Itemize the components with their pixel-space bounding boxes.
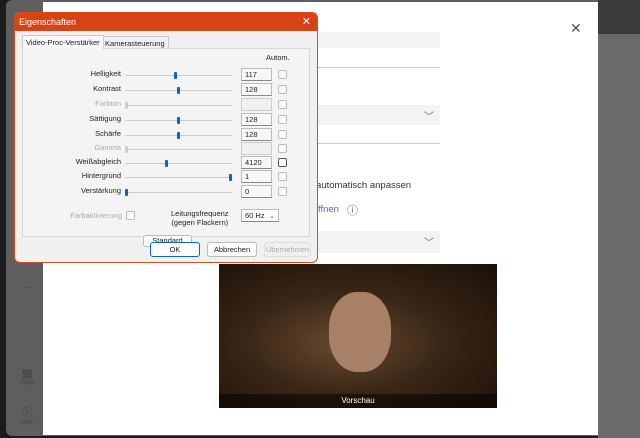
powerline-label: Leitungsfrequenz (gegen Flackern)	[171, 209, 229, 227]
dropdown[interactable]: ﹀	[318, 231, 440, 253]
apps-button[interactable]: ▦ Apps	[14, 366, 40, 386]
property-value[interactable]: 128	[241, 128, 272, 141]
property-value[interactable]: 128	[241, 83, 272, 96]
property-row: Gamma	[23, 142, 311, 155]
auto-checkbox[interactable]	[278, 187, 287, 196]
apps-icon: ▦	[21, 366, 33, 380]
dialog-title: Eigenschaften	[19, 17, 77, 27]
chevron-down-icon: ﹀	[424, 238, 434, 249]
property-row: Kontrast 128	[23, 83, 311, 96]
slider-thumb[interactable]	[177, 132, 180, 139]
field[interactable]	[318, 32, 440, 48]
property-label: Verstärkung	[80, 186, 121, 195]
property-value[interactable]: 128	[241, 113, 272, 126]
slider-thumb[interactable]	[125, 189, 128, 196]
preview-image	[329, 292, 391, 372]
apps-label: Apps	[20, 380, 34, 386]
property-value[interactable]: 0	[241, 185, 272, 198]
auto-adjust-label: automatisch anpassen	[316, 180, 412, 191]
property-label: Weißabgleich	[75, 157, 121, 166]
property-label: Schärfe	[95, 129, 121, 138]
property-slider[interactable]	[125, 87, 232, 94]
property-value[interactable]	[241, 98, 272, 111]
open-settings-link[interactable]: ffnen	[318, 204, 339, 215]
property-value[interactable]: 1	[241, 170, 272, 183]
preview-label: Vorschau	[219, 394, 497, 408]
property-slider[interactable]	[125, 72, 232, 79]
chevron-down-icon: ⌄	[268, 211, 275, 220]
property-label: Helligkeit	[90, 69, 121, 78]
info-icon[interactable]: ⓘ	[347, 202, 358, 218]
help-button[interactable]: ⓘ Hilfe	[14, 404, 40, 426]
property-row: Farbton	[23, 98, 311, 111]
slider-thumb[interactable]	[165, 160, 168, 167]
powerline-label-1: Leitungsfrequenz	[171, 209, 229, 218]
auto-header: Autom.	[266, 53, 290, 62]
auto-checkbox[interactable]	[278, 144, 287, 153]
apply-button[interactable]: Übernehmen	[264, 242, 311, 257]
powerline-value: 60 Hz	[245, 211, 265, 220]
slider-thumb[interactable]	[125, 102, 128, 109]
property-slider[interactable]	[125, 102, 232, 109]
property-label: Gamma	[94, 143, 121, 152]
auto-checkbox[interactable]	[278, 158, 287, 167]
title-bar: Eigenschaften ✕	[15, 13, 317, 31]
property-label: Farbton	[95, 99, 121, 108]
property-value[interactable]: 4120	[241, 156, 272, 169]
background-panel	[598, 0, 640, 438]
property-value[interactable]	[241, 142, 272, 155]
property-row: Schärfe 128	[23, 128, 311, 141]
slider-thumb[interactable]	[177, 117, 180, 124]
auto-checkbox[interactable]	[278, 172, 287, 181]
color-enable-label: Farbaktivierung	[70, 211, 122, 220]
property-label: Kontrast	[93, 84, 121, 93]
property-row: Weißabgleich 4120	[23, 156, 311, 169]
property-value[interactable]: 117	[241, 68, 272, 81]
close-icon[interactable]: ✕	[302, 13, 311, 31]
property-label: Sättigung	[89, 114, 121, 123]
property-label: Hintergrund	[81, 171, 121, 180]
auto-checkbox[interactable]	[278, 130, 287, 139]
property-slider[interactable]	[125, 160, 232, 167]
dropdown[interactable]: ﹀	[318, 105, 440, 125]
slider-thumb[interactable]	[177, 87, 180, 94]
property-row: Helligkeit 117	[23, 68, 311, 81]
property-slider[interactable]	[125, 189, 232, 196]
property-row: Hintergrund 1	[23, 170, 311, 183]
property-slider[interactable]	[125, 117, 232, 124]
camera-preview: Vorschau	[219, 264, 497, 408]
property-row: Verstärkung 0	[23, 185, 311, 198]
help-icon: ⓘ	[21, 407, 33, 419]
auto-checkbox[interactable]	[278, 85, 287, 94]
divider	[318, 143, 440, 144]
slider-thumb[interactable]	[229, 174, 232, 181]
more-icon[interactable]: ...	[14, 280, 40, 290]
auto-checkbox[interactable]	[278, 70, 287, 79]
property-row: Sättigung 128	[23, 113, 311, 126]
slider-thumb[interactable]	[174, 72, 177, 79]
slider-thumb[interactable]	[125, 146, 128, 153]
properties-dialog: Eigenschaften ✕ Video-Proc-Verstärker Kam…	[14, 12, 318, 263]
chevron-down-icon: ﹀	[424, 112, 434, 123]
cancel-button[interactable]: Abbrechen	[207, 242, 257, 257]
tab-video-proc[interactable]: Video-Proc-Verstärker	[22, 35, 104, 49]
help-label: Hilfe	[20, 420, 33, 426]
powerline-select[interactable]: 60 Hz ⌄	[241, 209, 279, 222]
close-icon[interactable]: ✕	[570, 20, 582, 37]
property-slider[interactable]	[125, 132, 232, 139]
property-slider[interactable]	[125, 146, 232, 153]
color-enable-checkbox[interactable]	[126, 211, 135, 220]
property-slider[interactable]	[125, 174, 232, 181]
powerline-label-2: (gegen Flackern)	[171, 218, 229, 227]
divider	[318, 67, 440, 68]
auto-checkbox[interactable]	[278, 100, 287, 109]
auto-checkbox[interactable]	[278, 115, 287, 124]
ok-button[interactable]: OK	[150, 242, 200, 257]
tab-panel: Autom. Helligkeit 117 Kontrast 128 Farbt…	[22, 48, 311, 247]
